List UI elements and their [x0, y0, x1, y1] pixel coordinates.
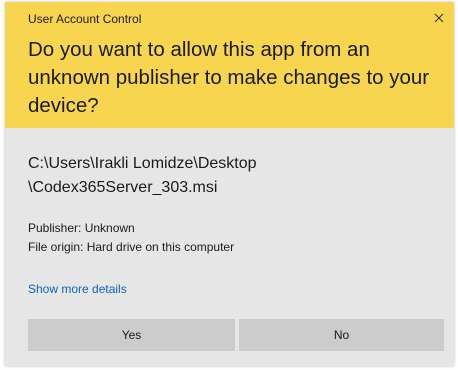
publisher-text: Publisher: Unknown	[28, 221, 135, 235]
no-button[interactable]: No	[239, 319, 444, 351]
uac-dialog: User Account Control Do you want to allo…	[5, 2, 454, 366]
show-more-details-link[interactable]: Show more details	[28, 282, 127, 296]
file-path: C:\Users\Irakli Lomidze\Desktop \Codex36…	[28, 152, 438, 200]
file-path-line-1: C:\Users\Irakli Lomidze\Desktop	[28, 155, 257, 172]
file-meta: Publisher: Unknown File origin: Hard dri…	[28, 219, 234, 257]
dialog-title: User Account Control	[28, 12, 142, 26]
dialog-question: Do you want to allow this app from an un…	[28, 38, 430, 117]
file-origin-text: File origin: Hard drive on this computer	[28, 240, 235, 254]
dialog-header: User Account Control Do you want to allo…	[5, 2, 454, 128]
close-icon	[434, 13, 444, 23]
file-path-line-2: \Codex365Server_303.msi	[28, 179, 218, 196]
yes-button[interactable]: Yes	[28, 319, 235, 351]
dialog-body: C:\Users\Irakli Lomidze\Desktop \Codex36…	[5, 128, 454, 366]
close-button[interactable]	[428, 8, 450, 28]
